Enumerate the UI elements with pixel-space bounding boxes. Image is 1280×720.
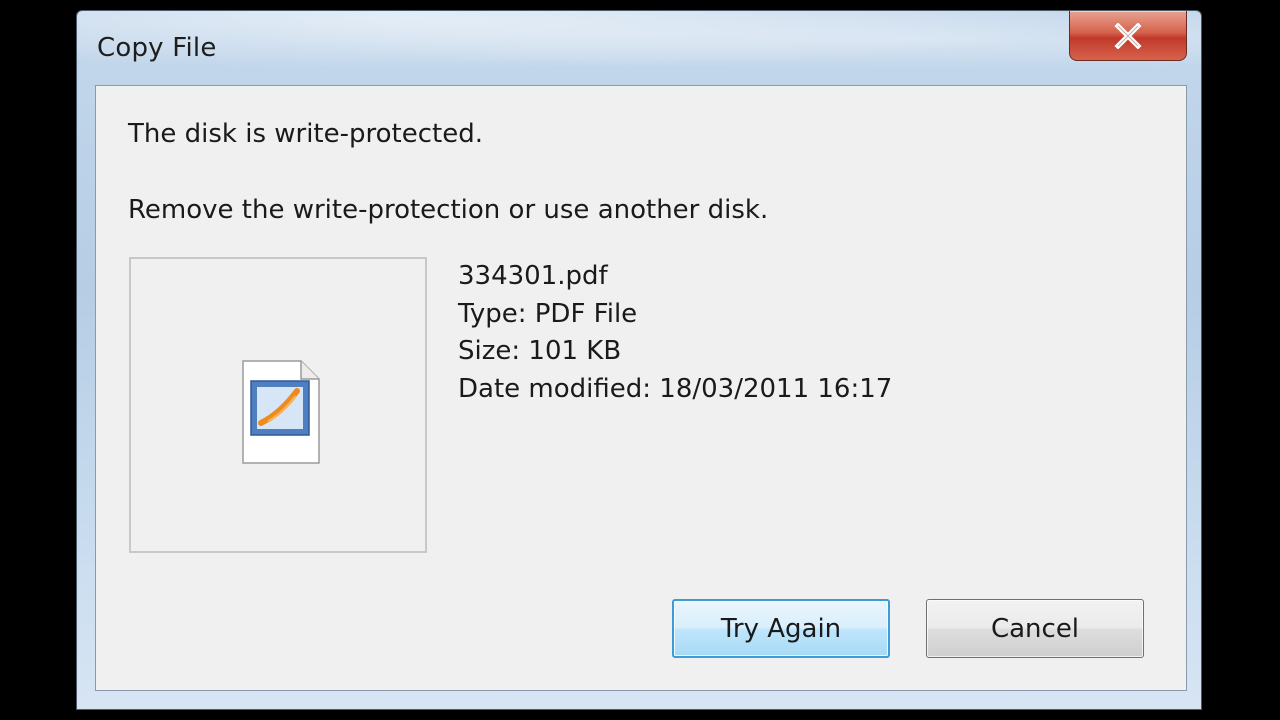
file-details: 334301.pdf Type: PDF File Size: 101 KB D…: [458, 258, 892, 408]
cancel-button[interactable]: Cancel: [926, 599, 1144, 658]
instruction-message: Remove the write-protection or use anoth…: [128, 195, 769, 225]
pdf-file-icon: [242, 360, 320, 464]
error-message: The disk is write-protected.: [128, 119, 483, 149]
file-date-modified: Date modified: 18/03/2011 16:17: [458, 373, 893, 404]
file-name: 334301.pdf: [458, 261, 608, 291]
file-size: Size: 101 KB: [458, 336, 622, 366]
copy-file-dialog: Copy File The disk is write-protected. R…: [76, 10, 1202, 710]
close-x-icon: [1114, 22, 1142, 49]
file-thumbnail: [129, 257, 427, 553]
dialog-body: The disk is write-protected. Remove the …: [95, 85, 1187, 691]
try-again-button[interactable]: Try Again: [672, 599, 890, 658]
file-type: Type: PDF File: [458, 298, 638, 329]
close-button[interactable]: [1069, 11, 1187, 61]
window-title: Copy File: [97, 33, 217, 63]
